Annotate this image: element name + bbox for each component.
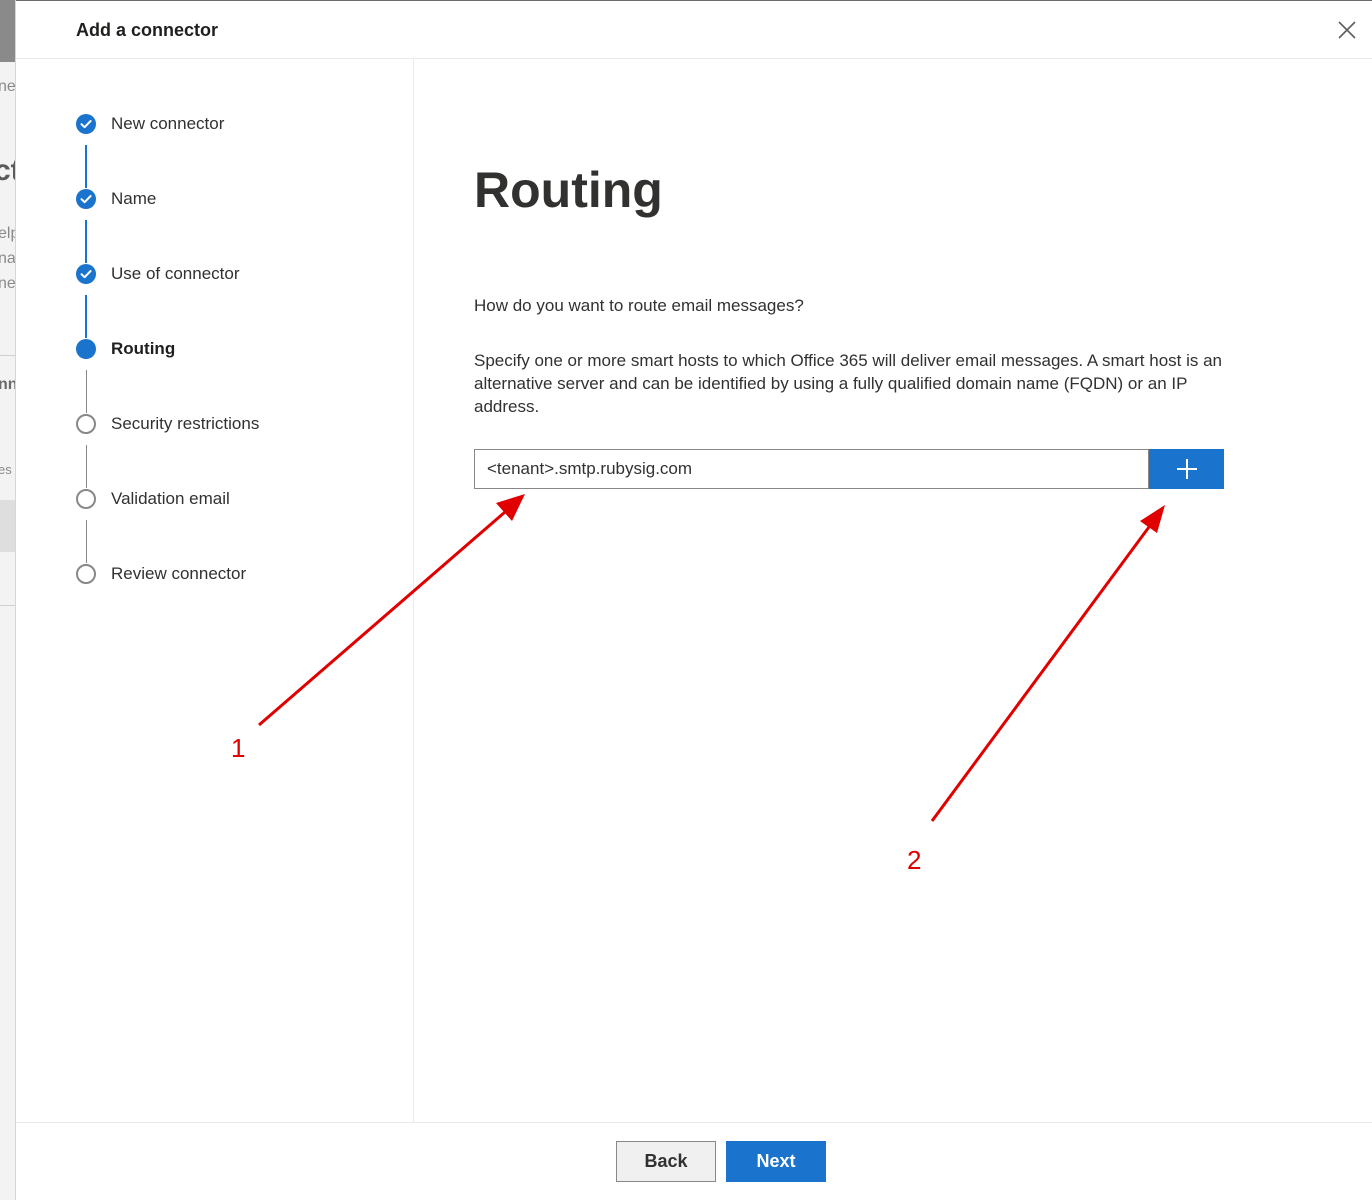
empty-circle-icon bbox=[76, 489, 96, 509]
empty-circle-icon bbox=[76, 564, 96, 584]
step-label: Security restrictions bbox=[111, 414, 260, 433]
background-page: ne ct elp nat ner nn es bbox=[0, 0, 16, 1200]
step-connector bbox=[85, 295, 87, 338]
step-connector bbox=[85, 220, 87, 263]
step-review-connector: Review connector bbox=[76, 563, 246, 585]
back-button[interactable]: Back bbox=[616, 1141, 716, 1182]
add-smart-host-button[interactable] bbox=[1149, 449, 1224, 489]
background-text: nat bbox=[0, 250, 16, 267]
step-name[interactable]: Name bbox=[76, 188, 156, 210]
routing-description: Specify one or more smart hosts to which… bbox=[474, 351, 1222, 416]
step-label: Use of connector bbox=[111, 264, 240, 283]
current-step-icon bbox=[76, 339, 96, 359]
panel-footer: Back Next bbox=[16, 1122, 1372, 1200]
step-routing[interactable]: Routing bbox=[76, 338, 175, 360]
add-connector-panel: Add a connector New connector Name Use o… bbox=[16, 0, 1372, 1200]
step-label: Review connector bbox=[111, 564, 247, 583]
page-title: Routing bbox=[474, 162, 663, 218]
checkmark-icon bbox=[76, 189, 96, 209]
step-use-of-connector[interactable]: Use of connector bbox=[76, 263, 240, 285]
checkmark-icon bbox=[76, 114, 96, 134]
panel-header: Add a connector bbox=[16, 1, 1372, 59]
annotation-label-1: 1 bbox=[231, 733, 246, 763]
step-validation-email: Validation email bbox=[76, 488, 230, 510]
step-connector bbox=[86, 520, 87, 563]
wizard-stepper: New connector Name Use of connector Rout… bbox=[16, 59, 414, 1122]
annotation-label-2: 2 bbox=[907, 845, 922, 875]
smart-host-input[interactable] bbox=[474, 449, 1149, 489]
empty-circle-icon bbox=[76, 414, 96, 434]
background-text: elp bbox=[0, 225, 15, 242]
plus-icon bbox=[1176, 459, 1197, 479]
close-icon bbox=[1338, 21, 1356, 39]
background-header bbox=[0, 0, 15, 62]
background-text: ne bbox=[0, 78, 16, 95]
background-divider bbox=[0, 355, 15, 356]
close-button[interactable] bbox=[1336, 19, 1358, 41]
step-label: New connector bbox=[111, 114, 225, 133]
step-connector bbox=[85, 145, 87, 188]
step-label: Validation email bbox=[111, 489, 230, 508]
checkmark-icon bbox=[76, 264, 96, 284]
background-text: ner bbox=[0, 275, 16, 292]
step-connector bbox=[86, 370, 87, 413]
step-security-restrictions: Security restrictions bbox=[76, 413, 259, 435]
next-button[interactable]: Next bbox=[726, 1141, 826, 1182]
routing-question: How do you want to route email messages? bbox=[474, 296, 804, 315]
step-new-connector[interactable]: New connector bbox=[76, 113, 224, 135]
step-connector bbox=[86, 445, 87, 488]
step-label: Routing bbox=[111, 339, 176, 358]
background-text: nn bbox=[0, 376, 15, 394]
background-heading: ct bbox=[0, 154, 15, 188]
background-selected-row bbox=[0, 500, 15, 552]
panel-title: Add a connector bbox=[76, 20, 219, 40]
background-text: es bbox=[0, 462, 12, 477]
background-divider bbox=[0, 605, 15, 606]
step-label: Name bbox=[111, 189, 157, 208]
